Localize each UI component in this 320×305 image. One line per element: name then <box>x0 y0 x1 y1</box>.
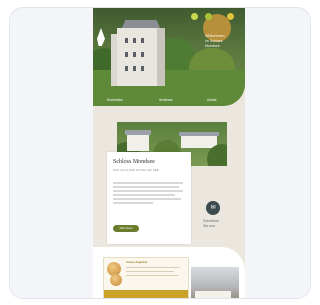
text-line <box>113 194 175 196</box>
feature-title: Schloss Mondsee <box>113 159 155 165</box>
castle <box>117 28 165 86</box>
text-line <box>113 186 179 188</box>
hero-link-weddings[interactable]: Hochzeiten <box>107 98 123 102</box>
hero-link-holiday[interactable]: Urlaub <box>207 98 216 102</box>
text-line <box>113 198 181 200</box>
room-photo <box>191 267 239 298</box>
logo-icon[interactable] <box>97 28 105 46</box>
hero-tagline-3: Mondsee <box>205 44 220 48</box>
feature-subtitle: DAS SCHLOSS HOTEL AM SEE <box>113 168 159 172</box>
language-dot-icon[interactable] <box>191 13 198 20</box>
bed <box>195 291 231 298</box>
read-more-button[interactable]: Mehr lesen <box>113 225 139 232</box>
bottom-section: Unsere Angebote <box>93 247 245 298</box>
promo-band <box>104 290 188 298</box>
cookie-image <box>110 274 122 286</box>
mail-icon[interactable]: ✉ <box>206 201 220 215</box>
promo-title: Unsere Angebote <box>126 261 148 264</box>
hero-tagline-1: Willkommen <box>205 34 225 38</box>
text-line <box>113 202 153 204</box>
search-dot-icon[interactable] <box>205 13 212 20</box>
text-line <box>113 190 183 192</box>
menu-dot-icon[interactable] <box>227 13 234 20</box>
text-line <box>113 182 183 184</box>
hero-image: Willkommen im Schloss Mondsee Hochzeiten… <box>93 8 245 106</box>
website-preview: Willkommen im Schloss Mondsee Hochzeiten… <box>93 8 245 298</box>
side-text-2: Sie uns <box>203 224 215 228</box>
promo-card[interactable]: Unsere Angebote <box>103 257 189 298</box>
hero-tagline-2: im Schloss <box>205 39 223 43</box>
preview-card[interactable]: Willkommen im Schloss Mondsee Hochzeiten… <box>9 7 311 299</box>
hero-link-seminars[interactable]: Seminare <box>159 98 173 102</box>
info-card: Schloss Mondsee DAS SCHLOSS HOTEL AM SEE… <box>107 152 191 244</box>
